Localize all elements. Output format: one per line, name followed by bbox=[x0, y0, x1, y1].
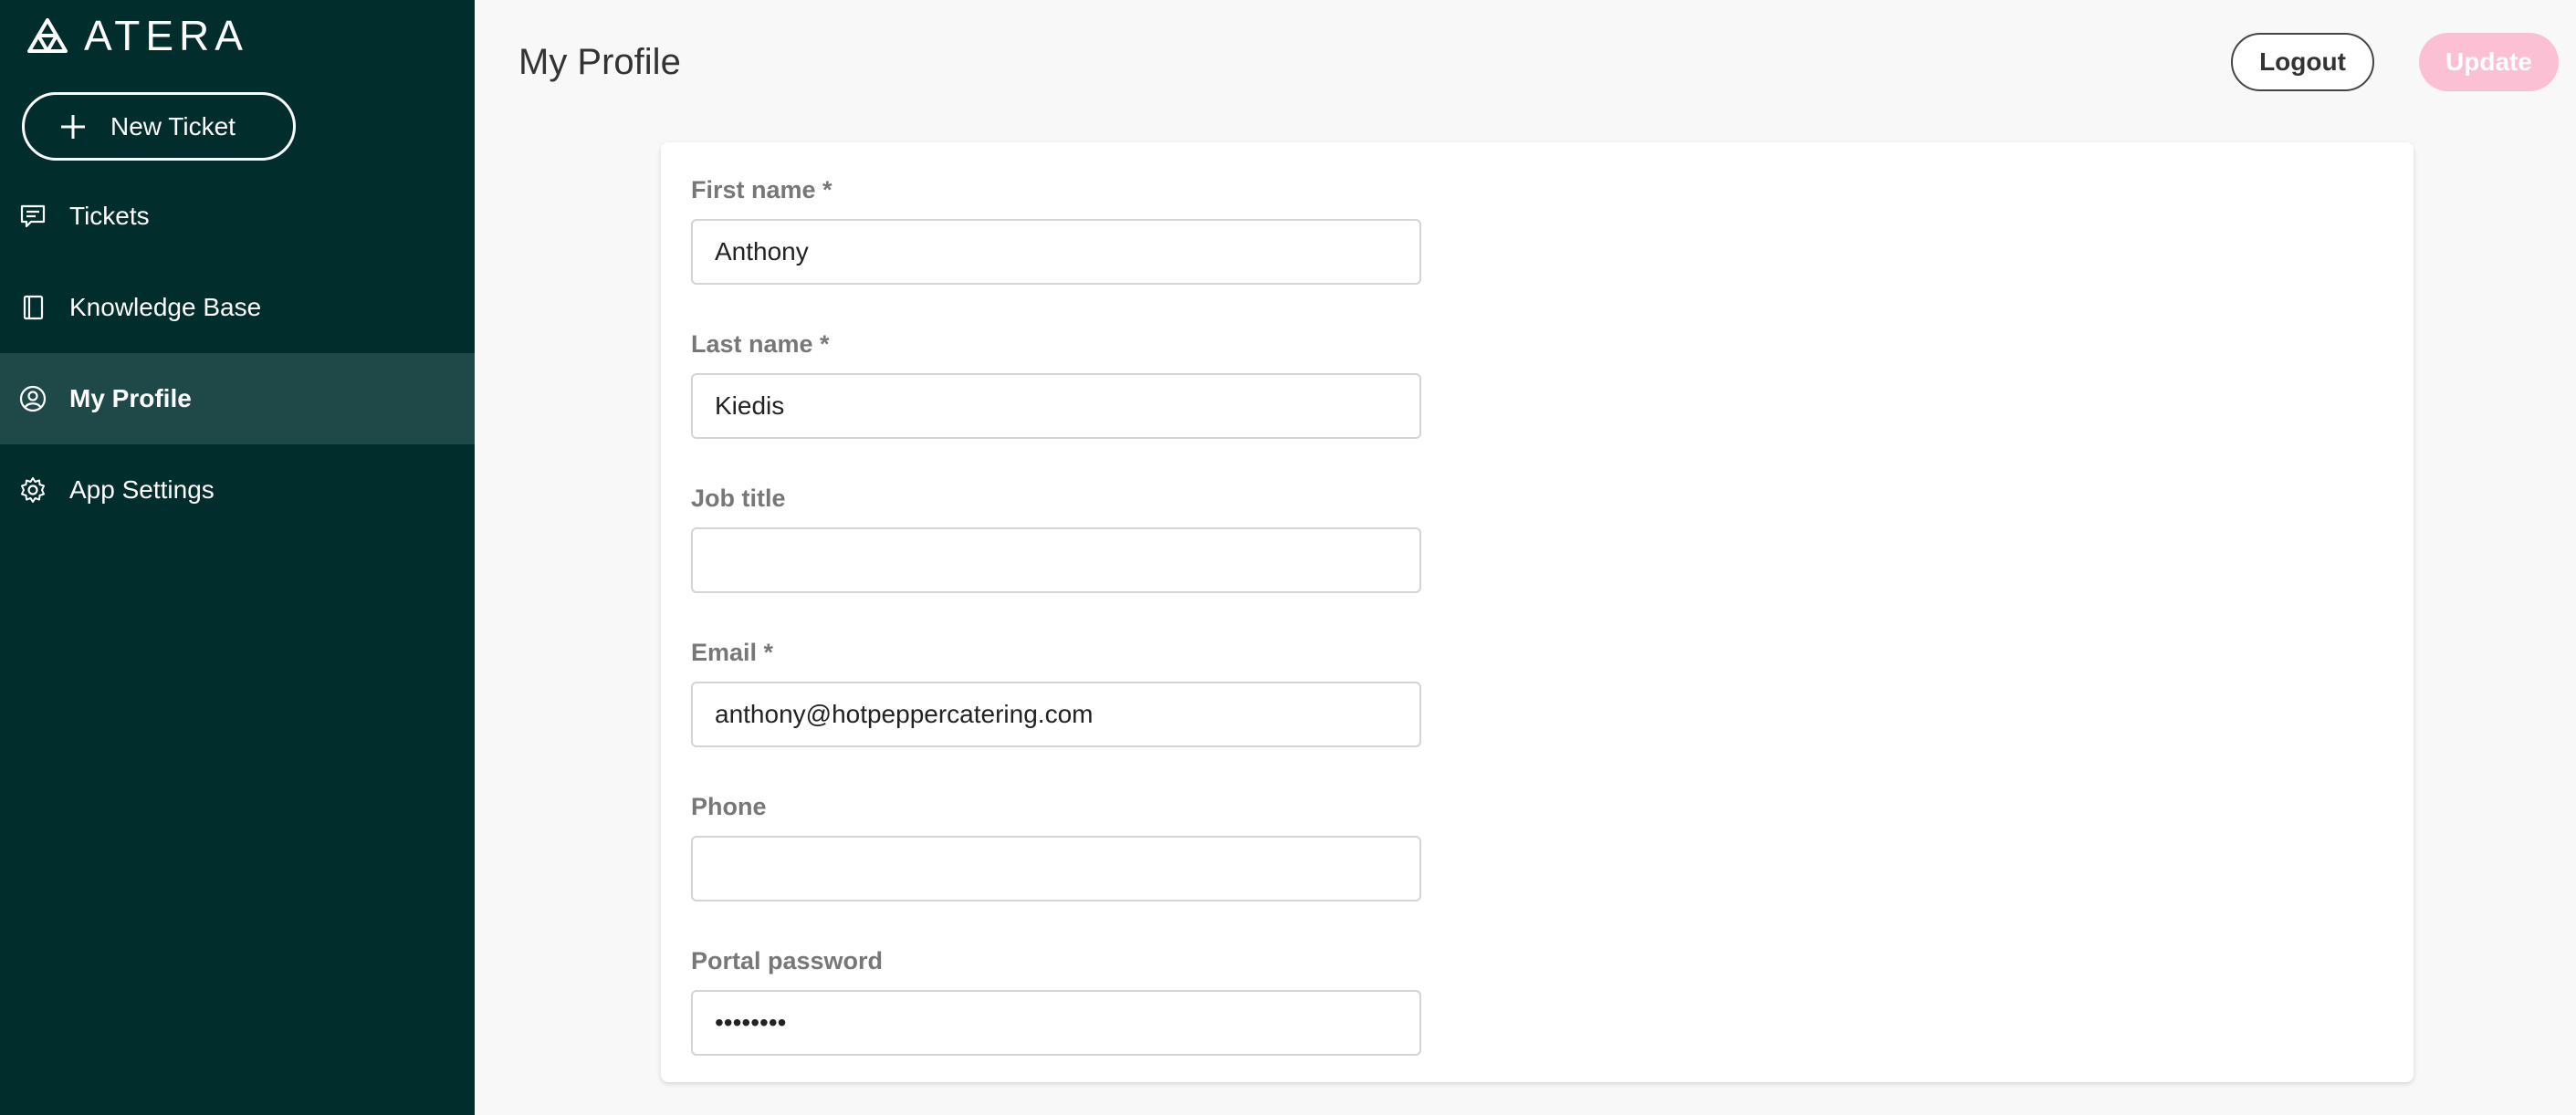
sidebar-item-app-settings[interactable]: App Settings bbox=[0, 444, 475, 536]
main-content: My Profile Logout Update First name * La… bbox=[475, 0, 2576, 1115]
user-circle-icon bbox=[19, 385, 47, 412]
first-name-input[interactable] bbox=[691, 219, 1421, 285]
phone-label: Phone bbox=[691, 793, 767, 820]
first-name-label: First name * bbox=[691, 176, 832, 203]
gear-icon bbox=[21, 477, 45, 503]
sidebar-item-my-profile[interactable]: My Profile bbox=[0, 353, 475, 444]
book-icon bbox=[23, 295, 44, 320]
sidebar-item-label: My Profile bbox=[69, 384, 192, 412]
portal-password-input[interactable] bbox=[691, 990, 1421, 1056]
sidebar: ATERA New Ticket Tickets Knowledge Base … bbox=[0, 0, 475, 1115]
sidebar-item-label: Tickets bbox=[69, 202, 150, 230]
plus-icon bbox=[61, 114, 85, 139]
email-label: Email * bbox=[691, 639, 774, 666]
new-ticket-label: New Ticket bbox=[110, 111, 236, 141]
email-field-group: Email * bbox=[691, 634, 1421, 747]
page-title: My Profile bbox=[518, 42, 681, 82]
last-name-field-group: Last name * bbox=[691, 326, 1421, 439]
logout-button[interactable]: Logout bbox=[2231, 33, 2374, 91]
sidebar-nav: Tickets Knowledge Base My Profile App Se… bbox=[0, 171, 475, 536]
app-window: ATERA New Ticket Tickets Knowledge Base … bbox=[0, 0, 2576, 1115]
first-name-field-group: First name * bbox=[691, 172, 1421, 285]
job-title-field-group: Job title bbox=[691, 480, 1421, 593]
update-button[interactable]: Update bbox=[2419, 33, 2559, 91]
sidebar-item-label: Knowledge Base bbox=[69, 293, 262, 321]
last-name-input[interactable] bbox=[691, 373, 1421, 439]
profile-form-card: First name * Last name * Job title Email… bbox=[661, 142, 2414, 1082]
sidebar-item-label: App Settings bbox=[69, 475, 215, 504]
logo-icon bbox=[27, 18, 68, 53]
logo: ATERA bbox=[27, 15, 248, 57]
last-name-label: Last name * bbox=[691, 330, 830, 358]
phone-field-group: Phone bbox=[691, 788, 1421, 901]
job-title-label: Job title bbox=[691, 485, 786, 512]
sidebar-item-knowledge-base[interactable]: Knowledge Base bbox=[0, 262, 475, 353]
new-ticket-button[interactable]: New Ticket bbox=[22, 92, 296, 161]
phone-input[interactable] bbox=[691, 836, 1421, 901]
portal-password-label: Portal password bbox=[691, 947, 884, 974]
logo-wordmark: ATERA bbox=[84, 12, 248, 59]
chat-icon bbox=[20, 204, 46, 228]
email-input[interactable] bbox=[691, 682, 1421, 747]
sidebar-item-tickets[interactable]: Tickets bbox=[0, 171, 475, 262]
portal-password-field-group: Portal password bbox=[691, 943, 1421, 1056]
job-title-input[interactable] bbox=[691, 527, 1421, 593]
